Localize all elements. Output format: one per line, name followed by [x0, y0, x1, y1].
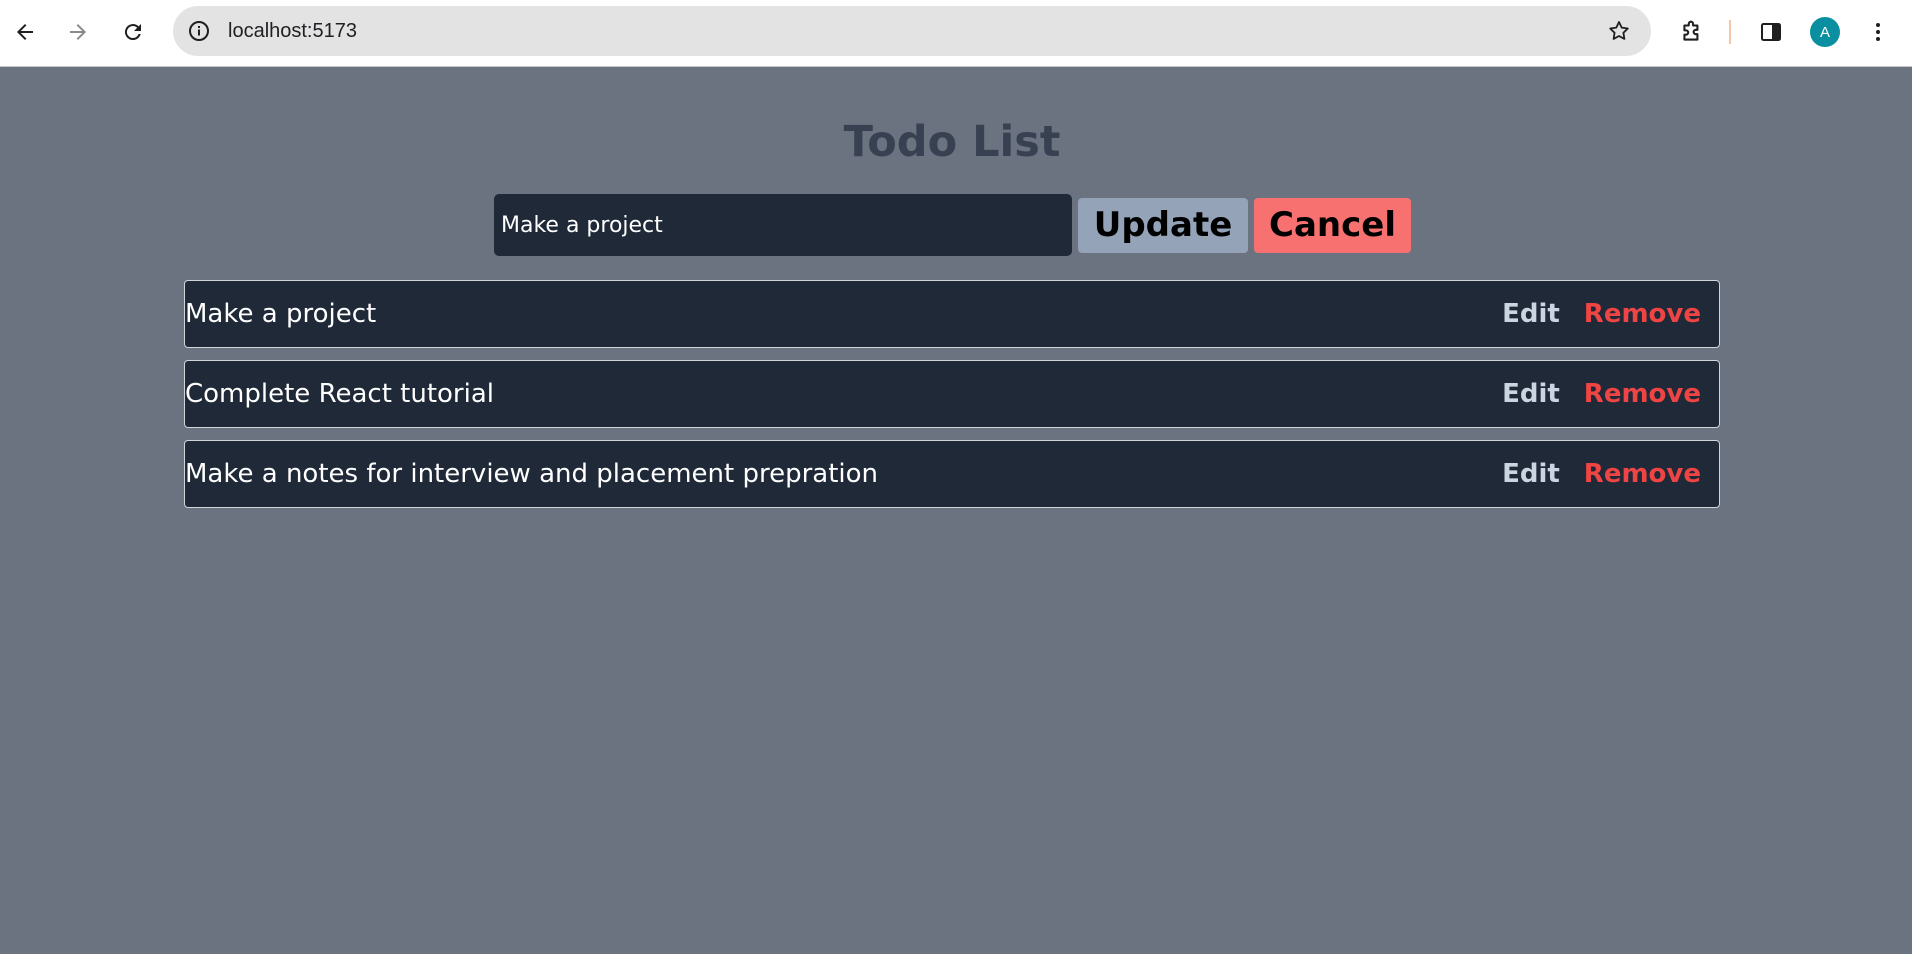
profile-avatar[interactable]: A: [1810, 17, 1840, 47]
side-panel-button[interactable]: [1751, 12, 1791, 52]
todo-item: Complete React tutorial Edit Remove: [184, 360, 1720, 428]
side-panel-icon: [1761, 23, 1781, 41]
back-button[interactable]: [5, 12, 45, 52]
todo-input[interactable]: [494, 194, 1072, 256]
todo-list: Make a project Edit Remove Complete Reac…: [184, 280, 1720, 520]
bookmark-button[interactable]: [1605, 17, 1633, 45]
reload-button[interactable]: [113, 12, 153, 52]
todo-actions: Edit Remove: [1502, 281, 1701, 347]
remove-button[interactable]: Remove: [1584, 379, 1701, 409]
toolbar-divider: [1729, 20, 1731, 44]
todo-form: Update Cancel: [494, 194, 1411, 256]
site-info-button[interactable]: [183, 15, 215, 47]
arrow-right-icon: [70, 24, 86, 40]
star-icon: [1609, 21, 1629, 40]
forward-button[interactable]: [58, 12, 98, 52]
cancel-button[interactable]: Cancel: [1254, 197, 1411, 253]
todo-item: Make a project Edit Remove: [184, 280, 1720, 348]
todo-item: Make a notes for interview and placement…: [184, 440, 1720, 508]
browser-toolbar: localhost:5173 A: [0, 0, 1912, 67]
arrow-left-icon: [17, 24, 33, 40]
edit-button[interactable]: Edit: [1502, 379, 1560, 409]
edit-button[interactable]: Edit: [1502, 299, 1560, 329]
todo-text: Make a project: [185, 299, 377, 329]
todo-text: Complete React tutorial: [185, 379, 494, 409]
edit-button[interactable]: Edit: [1502, 459, 1560, 489]
remove-button[interactable]: Remove: [1584, 299, 1701, 329]
update-button[interactable]: Update: [1078, 197, 1248, 253]
address-bar[interactable]: localhost:5173: [173, 6, 1651, 56]
browser-menu-button[interactable]: [1858, 12, 1898, 52]
page-title: Todo List: [843, 117, 1061, 167]
todo-actions: Edit Remove: [1502, 361, 1701, 427]
kebab-menu-icon: [1876, 23, 1880, 41]
puzzle-icon: [1683, 20, 1699, 41]
todo-text: Make a notes for interview and placement…: [185, 459, 879, 489]
todo-actions: Edit Remove: [1502, 441, 1701, 507]
reload-icon: [124, 24, 141, 41]
extensions-button[interactable]: [1672, 12, 1712, 52]
info-icon: [189, 21, 209, 41]
remove-button[interactable]: Remove: [1584, 459, 1701, 489]
url-text[interactable]: localhost:5173: [228, 6, 357, 56]
